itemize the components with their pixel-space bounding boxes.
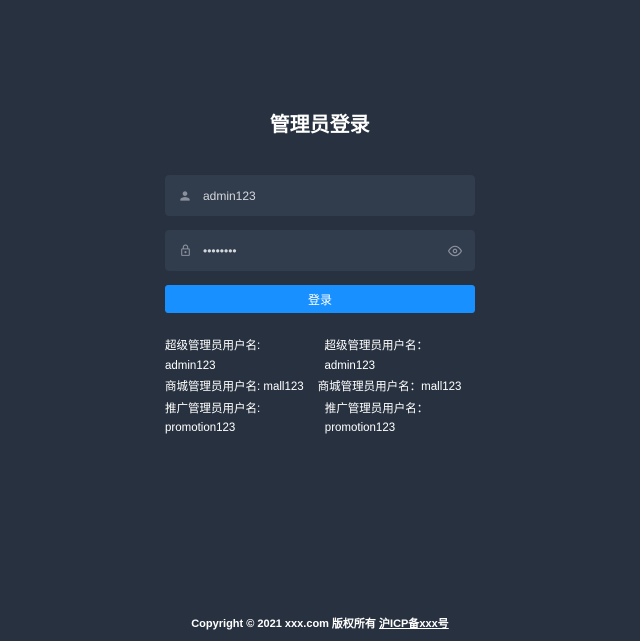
help-text-block: 超级管理员用户名: admin123 超级管理员用户名：admin123 商城管… [165, 337, 475, 439]
user-icon [177, 188, 193, 204]
help-super-pass: 超级管理员用户名：admin123 [325, 337, 476, 376]
help-row-super: 超级管理员用户名: admin123 超级管理员用户名：admin123 [165, 337, 475, 376]
username-input[interactable] [203, 175, 463, 216]
lock-icon [177, 243, 193, 259]
password-input[interactable] [203, 230, 447, 271]
password-input-wrapper[interactable] [165, 230, 475, 271]
copyright-text: Copyright © 2021 xxx.com 版权所有 [191, 618, 379, 630]
help-row-mall: 商城管理员用户名: mall123 商城管理员用户名：mall123 [165, 378, 475, 398]
icp-link[interactable]: 沪ICP备xxx号 [379, 618, 449, 630]
help-promo-user: 推广管理员用户名: promotion123 [165, 400, 311, 439]
help-mall-user: 商城管理员用户名: mall123 [165, 378, 304, 398]
login-button[interactable]: 登录 [165, 285, 475, 313]
username-input-wrapper[interactable] [165, 175, 475, 216]
eye-icon[interactable] [447, 243, 463, 259]
help-promo-pass: 推广管理员用户名：promotion123 [325, 400, 475, 439]
footer: Copyright © 2021 xxx.com 版权所有 沪ICP备xxx号 [0, 615, 640, 631]
help-mall-pass: 商城管理员用户名：mall123 [318, 378, 462, 398]
help-super-user: 超级管理员用户名: admin123 [165, 337, 311, 376]
help-row-promotion: 推广管理员用户名: promotion123 推广管理员用户名：promotio… [165, 400, 475, 439]
page-title: 管理员登录 [165, 108, 475, 137]
login-form-container: 管理员登录 登录 超级管理员用户名: admin123 超级管理员用户名：adm… [165, 0, 475, 439]
